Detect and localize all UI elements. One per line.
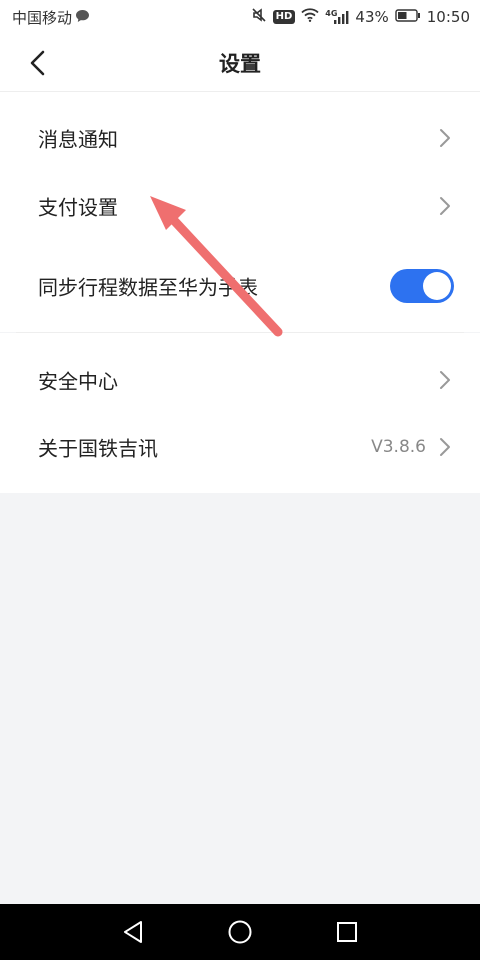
row-sync-watch: 同步行程数据至华为手表: [0, 254, 480, 318]
nav-home-button[interactable]: [226, 918, 254, 946]
header-bar: 设置: [0, 34, 480, 92]
status-left: 中国移动: [12, 7, 90, 28]
battery-icon: [395, 8, 421, 26]
status-bar: 中国移动 HD 4G 43% 10:50: [0, 0, 480, 34]
sync-watch-toggle[interactable]: [390, 269, 454, 303]
settings-group-secondary: 安全中心 关于国铁吉讯 V3.8.6: [0, 333, 480, 493]
row-security[interactable]: 安全中心: [0, 348, 480, 412]
chevron-right-icon: [440, 129, 450, 147]
row-label: 支付设置: [38, 195, 118, 220]
hd-badge: HD: [272, 10, 296, 24]
network-type: 4G: [325, 9, 338, 18]
settings-screen: 中国移动 HD 4G 43% 10:50 设置 消息通知 支付设置 同步行程数据…: [0, 0, 480, 960]
chevron-right-icon: [440, 197, 450, 215]
chevron-right-icon: [440, 371, 450, 389]
chevron-right-icon: [440, 438, 450, 456]
row-about[interactable]: 关于国铁吉讯 V3.8.6: [0, 415, 480, 479]
row-label: 关于国铁吉讯: [38, 436, 158, 461]
triangle-back-icon: [124, 921, 142, 943]
row-notifications[interactable]: 消息通知: [0, 106, 480, 170]
nav-back-button[interactable]: [119, 918, 147, 946]
toggle-knob: [423, 272, 451, 300]
settings-group-primary: 消息通知 支付设置 同步行程数据至华为手表: [0, 92, 480, 332]
version-label: V3.8.6: [371, 437, 426, 457]
row-label: 同步行程数据至华为手表: [38, 275, 258, 300]
page-title: 设置: [219, 52, 261, 76]
carrier-name: 中国移动: [12, 9, 73, 27]
battery-percent: 43%: [355, 8, 389, 26]
row-label: 安全中心: [38, 369, 118, 394]
cell-signal: 4G: [325, 9, 349, 24]
square-recent-icon: [337, 922, 357, 942]
system-nav-bar: [0, 904, 480, 960]
status-right: HD 4G 43% 10:50: [245, 7, 470, 27]
nav-recent-button[interactable]: [333, 918, 361, 946]
wifi-icon: [301, 8, 319, 26]
clock: 10:50: [426, 8, 470, 26]
mute-icon: [251, 7, 267, 27]
row-label: 消息通知: [38, 127, 118, 152]
chat-bubble-icon: [75, 9, 90, 27]
circle-home-icon: [228, 920, 252, 944]
row-payment[interactable]: 支付设置: [0, 174, 480, 238]
